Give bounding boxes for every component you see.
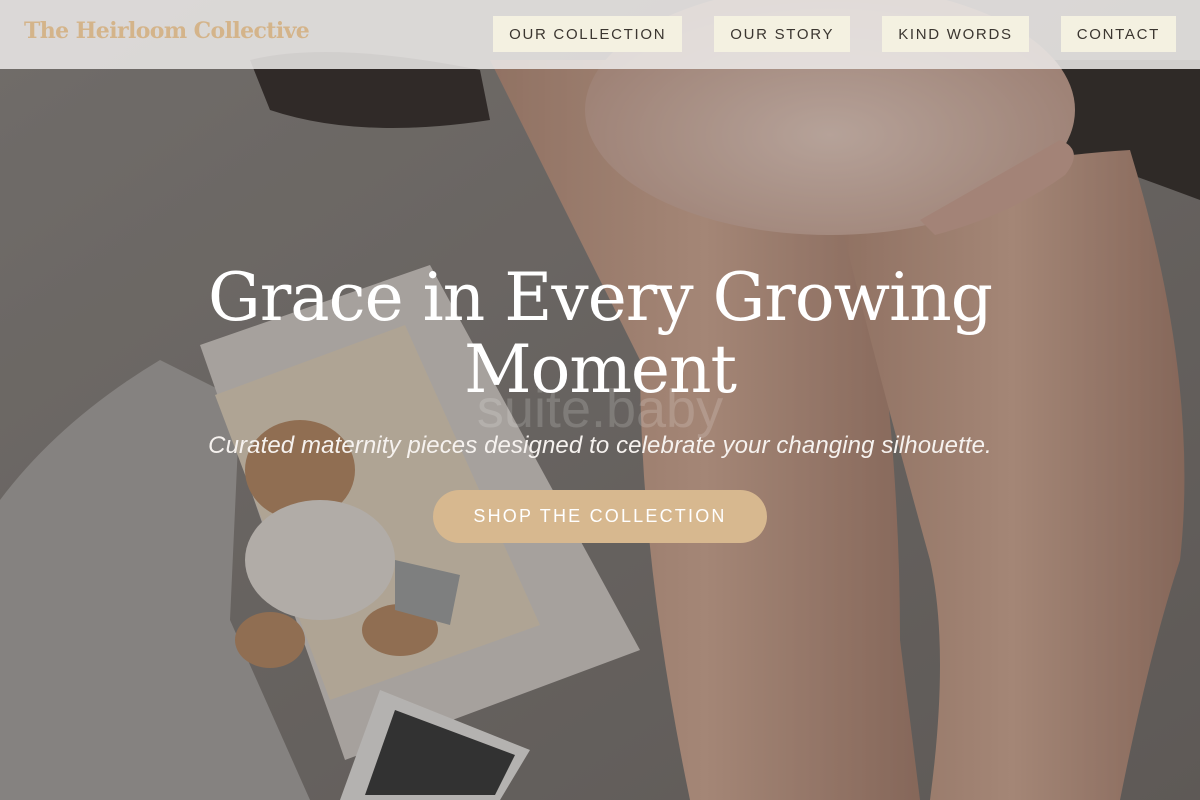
nav-our-collection[interactable]: OUR COLLECTION bbox=[493, 16, 683, 52]
shop-collection-button[interactable]: SHOP THE COLLECTION bbox=[433, 490, 767, 543]
hero-content: Grace in Every Growing Moment Curated ma… bbox=[0, 262, 1200, 543]
nav-contact[interactable]: CONTACT bbox=[1060, 16, 1176, 52]
nav-kind-words[interactable]: KIND WORDS bbox=[882, 16, 1029, 52]
hero-title: Grace in Every Growing Moment bbox=[208, 259, 993, 408]
nav-our-story[interactable]: OUR STORY bbox=[714, 16, 851, 52]
main-nav: OUR COLLECTION OUR STORY KIND WORDS CONT… bbox=[493, 16, 1176, 52]
brand-logo[interactable]: The Heirloom Collective bbox=[24, 18, 310, 44]
site-header: The Heirloom Collective OUR COLLECTION O… bbox=[0, 0, 1200, 69]
hero-subtitle: Curated maternity pieces designed to cel… bbox=[208, 432, 992, 459]
